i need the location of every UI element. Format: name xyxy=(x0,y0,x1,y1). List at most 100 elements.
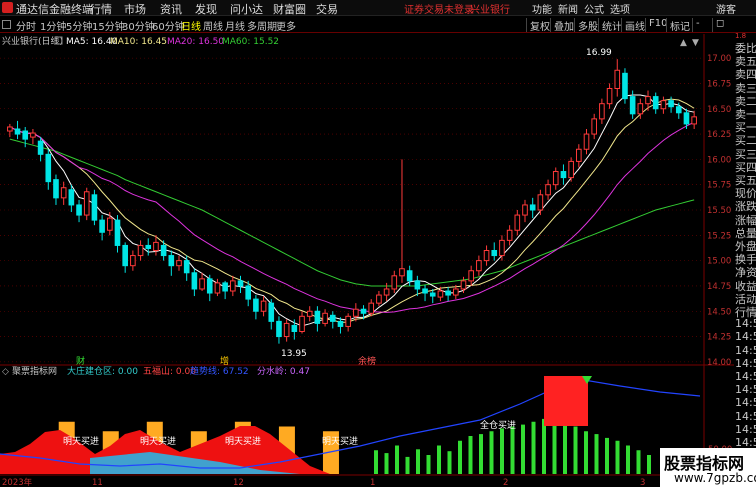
scroll-up-icon[interactable]: ▲ xyxy=(680,38,687,48)
scroll-down-icon[interactable]: ▼ xyxy=(692,38,699,48)
huaxian-button[interactable]: 画线 xyxy=(621,18,648,33)
indicator-l2: 五福山: 0.00 xyxy=(143,365,196,377)
menu-shichang[interactable]: 市场 xyxy=(124,1,146,17)
candle-body xyxy=(153,241,159,251)
menu-hangqing[interactable]: 行情 xyxy=(90,1,112,17)
indicator-green-bar xyxy=(437,445,441,474)
fuquan-button[interactable]: 复权 xyxy=(526,18,553,33)
period-multi[interactable]: 多周期 xyxy=(247,18,277,33)
candle-body xyxy=(253,298,259,312)
menu-xuanxiang[interactable]: 选项 xyxy=(610,1,630,16)
candle-body xyxy=(60,187,67,199)
candle-body xyxy=(522,204,528,216)
candle-body xyxy=(76,204,82,216)
candle-body xyxy=(360,308,367,314)
candle-body xyxy=(545,184,551,196)
menu-gongshi[interactable]: 公式 xyxy=(584,1,604,16)
indicator-green-bar xyxy=(647,455,651,474)
low-price-label: 13.95 xyxy=(281,349,307,359)
indicator-green-bar xyxy=(594,434,599,474)
yaxis-tick-label: 14.25 xyxy=(707,333,731,343)
candle-body xyxy=(183,260,190,274)
period-15min[interactable]: 15分钟 xyxy=(92,18,125,33)
candle-body xyxy=(422,288,428,294)
menu-faxian[interactable]: 发现 xyxy=(195,1,217,17)
period-more[interactable]: 更多 xyxy=(276,18,296,33)
period-60min[interactable]: 60分钟 xyxy=(152,18,185,33)
candle-body xyxy=(83,191,90,216)
period-1min[interactable]: 1分钟 xyxy=(40,18,66,33)
ma10-label: MA10: 16.45 xyxy=(110,37,167,47)
xaxis-label-11: 11 xyxy=(92,478,103,487)
candle-body xyxy=(460,280,467,290)
indicator-green-bar xyxy=(489,431,494,474)
diejia-button[interactable]: 叠加 xyxy=(550,18,577,33)
candle-body xyxy=(222,282,228,292)
indicator-green-bar xyxy=(521,424,525,474)
login-warning[interactable]: 证券交易未登录 xyxy=(404,1,474,16)
indicator-green-bar xyxy=(468,436,473,474)
candle-body xyxy=(368,302,375,314)
kline-chart[interactable]: 14.00 14.25 14.50 14.75 15.00 15.25 15.50 15.75… xyxy=(0,34,734,487)
candle-body xyxy=(314,310,321,324)
candle-body xyxy=(399,268,405,277)
menu-jiaoyi[interactable]: 交易 xyxy=(316,1,338,17)
candle-body xyxy=(583,133,590,150)
tag-yubang: 余榜 xyxy=(358,355,376,367)
candle-body xyxy=(322,312,328,324)
candle-body xyxy=(652,96,659,110)
candle-body xyxy=(452,288,459,296)
ma60-label: MA60: 15.52 xyxy=(222,37,279,47)
candle-body xyxy=(114,219,121,246)
duogu-button[interactable]: 多股 xyxy=(574,18,601,33)
period-weekly[interactable]: 周线 xyxy=(203,18,223,33)
menu-zixun[interactable]: 资讯 xyxy=(160,1,182,17)
candle-body xyxy=(237,280,244,287)
indicator-name: 聚票指标网 xyxy=(12,365,57,377)
candle-body xyxy=(191,272,198,290)
period-30min[interactable]: 30分钟 xyxy=(122,18,155,33)
indicator-green-bar xyxy=(584,431,588,474)
yaxis-tick-label: 14.50 xyxy=(707,307,731,317)
candle-body xyxy=(591,118,598,135)
candle-body xyxy=(122,244,128,267)
candle-body xyxy=(106,217,113,231)
minus-button[interactable]: - xyxy=(692,18,703,32)
menu-xinwen[interactable]: 新闻 xyxy=(558,1,578,16)
guest-label[interactable]: 游客 xyxy=(716,1,736,16)
indicator-big-red-block xyxy=(544,376,588,426)
indicator-green-bar xyxy=(573,426,578,474)
menu-wenxiaoda[interactable]: 问小达 xyxy=(230,1,263,17)
biaoji-button[interactable]: 标记 xyxy=(666,18,693,33)
ma20-label: MA20: 16.50 xyxy=(167,37,224,47)
quote-panel-label: 14:5 xyxy=(735,317,756,331)
indicator-green-bar xyxy=(416,449,420,474)
yaxis-tick-label: 15.00 xyxy=(707,257,731,267)
period-fenshi[interactable]: 分时 xyxy=(16,18,36,33)
indicator-green-bar xyxy=(447,451,452,474)
candle-body xyxy=(468,270,474,282)
window-button[interactable]: ◻ xyxy=(712,18,727,32)
yaxis-tick-label: 16.75 xyxy=(707,79,731,89)
menu-caifuquan[interactable]: 财富圈 xyxy=(273,1,306,17)
stock-link[interactable]: 兴业银行 xyxy=(470,1,510,16)
menu-gongneng[interactable]: 功能 xyxy=(532,1,552,16)
candle-body xyxy=(552,171,559,186)
candle-body xyxy=(37,140,44,155)
checkbox-icon[interactable] xyxy=(2,20,11,29)
candle-body xyxy=(345,315,351,327)
yaxis-tick-label: 16.00 xyxy=(707,155,731,165)
yaxis-tick-label: 14.75 xyxy=(707,282,731,292)
candle-body xyxy=(206,278,213,294)
quote-panel: 1.8 委比 卖五 卖四 卖三 卖二 卖一 买一 买二 买三 买四 买五 现价 涨跌 涨幅 总量 外盘 换手 净资收… xyxy=(734,32,756,487)
indicator-green-bar xyxy=(605,437,609,474)
period-daily[interactable]: 日线 xyxy=(181,18,201,33)
period-5min[interactable]: 5分钟 xyxy=(66,18,92,33)
indicator-green-bar xyxy=(510,426,515,474)
indicator-green-bar xyxy=(374,450,378,474)
indicator-green-bar xyxy=(426,455,431,474)
candle-body xyxy=(437,290,444,298)
period-monthly[interactable]: 月线 xyxy=(225,18,245,33)
candle-body xyxy=(230,280,236,292)
candle-body xyxy=(391,275,398,290)
